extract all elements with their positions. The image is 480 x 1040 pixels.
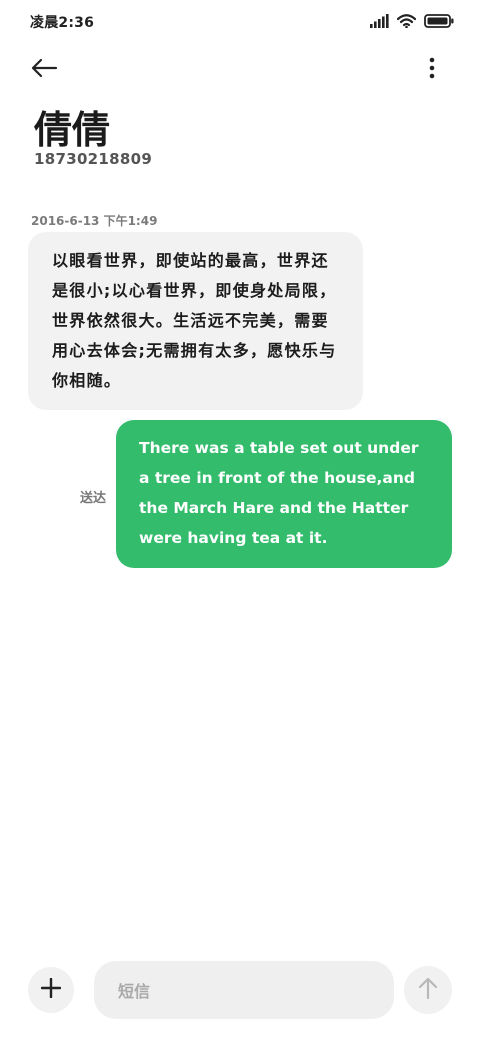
top-bar xyxy=(0,44,480,94)
delivery-status: 送达 xyxy=(80,491,107,506)
contact-name: 倩倩 xyxy=(34,108,111,152)
send-arrow-up-icon xyxy=(418,977,438,1003)
contact-phone-number: 18730218809 xyxy=(34,150,153,168)
status-time: 凌晨2:36 xyxy=(30,15,95,31)
plus-icon xyxy=(40,977,62,1002)
add-attachment-button[interactable] xyxy=(28,967,74,1013)
back-arrow-icon xyxy=(30,58,58,82)
sent-message-text: There was a table set out under a tree i… xyxy=(139,439,419,547)
signal-icon xyxy=(370,13,389,32)
send-button[interactable] xyxy=(404,966,452,1014)
wifi-icon xyxy=(396,13,417,32)
message-timestamp: 2016-6-13 下午1:49 xyxy=(31,214,158,228)
more-options-button[interactable] xyxy=(420,52,444,88)
sms-input-placeholder: 短信 xyxy=(118,982,151,1001)
more-vertical-icon xyxy=(429,57,435,83)
sent-message-bubble[interactable]: There was a table set out under a tree i… xyxy=(116,420,452,568)
status-icons xyxy=(370,13,454,32)
received-message-text: 以眼看世界，即使站的最高，世界还是很小;以心看世界，即使身处局限，世界依然很大。… xyxy=(52,251,337,390)
sms-input[interactable]: 短信 xyxy=(94,961,394,1019)
back-button[interactable] xyxy=(30,52,74,88)
status-bar: 凌晨2:36 xyxy=(0,0,480,44)
battery-icon xyxy=(424,13,454,32)
received-message-bubble[interactable]: 以眼看世界，即使站的最高，世界还是很小;以心看世界，即使身处局限，世界依然很大。… xyxy=(28,232,363,410)
composer-bar: 短信 xyxy=(0,958,480,1022)
